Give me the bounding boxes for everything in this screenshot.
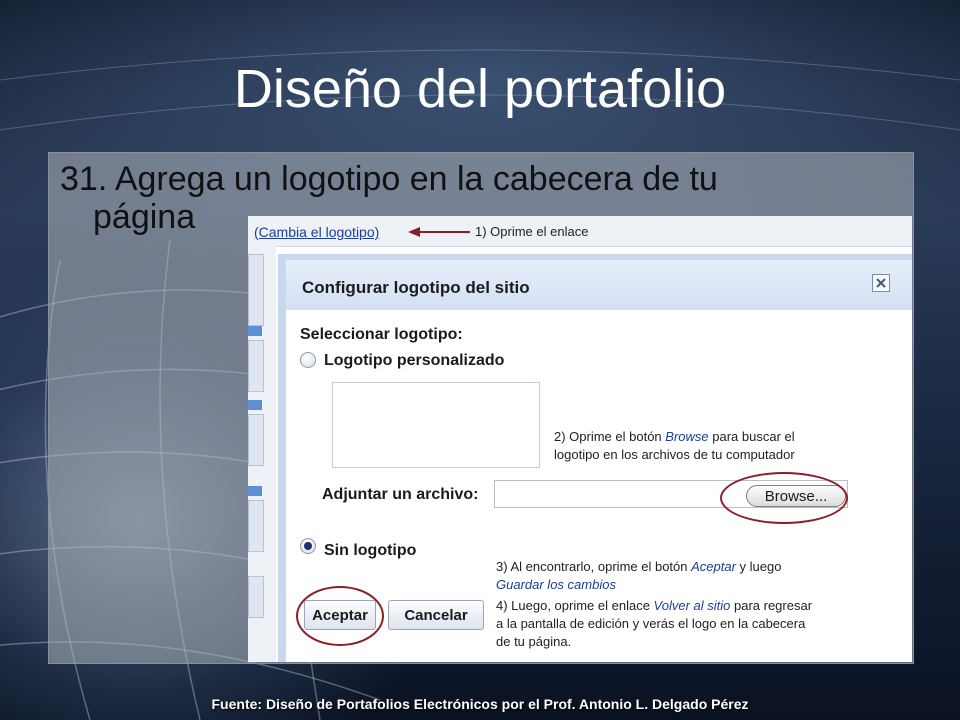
cancel-button[interactable]: Cancelar	[388, 600, 484, 630]
no-logo-label: Sin logotipo	[324, 542, 417, 559]
fragment-block	[248, 254, 264, 326]
dialog-header: Configurar logotipo del sitio	[286, 260, 912, 310]
dialog-title: Configurar logotipo del sitio	[302, 278, 530, 297]
step-3-emphasis: Aceptar	[691, 559, 736, 574]
step-3-hint: 3) Al encontrarlo, oprime el botón Acept…	[496, 558, 781, 594]
fragment-block	[248, 500, 264, 552]
step-2-line-2: logotipo en los archivos de tu computado…	[554, 447, 795, 462]
fragment-block	[248, 576, 264, 618]
fragment-bar	[248, 486, 262, 496]
fragment-bar	[248, 326, 262, 336]
step-4-hint: 4) Luego, oprime el enlace Volver al sit…	[496, 597, 812, 651]
step-4-text: 4) Luego, oprime el enlace	[496, 598, 654, 613]
browse-highlight-ring	[720, 472, 848, 524]
radio-no-logo[interactable]	[300, 538, 316, 554]
select-logo-label: Seleccionar logotipo:	[300, 326, 463, 343]
accept-highlight-ring	[296, 586, 384, 646]
step-3-text: 3) Al encontrarlo, oprime el botón	[496, 559, 692, 574]
close-button[interactable]	[872, 274, 890, 292]
step-2-hint: 2) Oprime el botón Browse para buscar el…	[554, 428, 795, 464]
close-icon	[876, 278, 886, 288]
step-2-text: 2) Oprime el botón	[554, 429, 666, 444]
step-4-line-2: a la pantalla de edición y verás el logo…	[496, 616, 806, 631]
arrow-left-icon	[408, 227, 470, 237]
step-1-hint: 1) Oprime el enlace	[475, 224, 589, 239]
step-2-text: para buscar el	[708, 429, 795, 444]
source-footer: Fuente: Diseño de Portafolios Electrónic…	[211, 696, 749, 712]
fragment-bar	[248, 400, 262, 410]
attach-file-label: Adjuntar un archivo:	[322, 486, 479, 503]
step-3-emphasis: Guardar los cambios	[496, 577, 616, 592]
background-page-fragment: ada	[248, 246, 276, 662]
fragment-block	[248, 414, 264, 466]
fragment-block	[248, 340, 264, 392]
step-3-text: y luego	[735, 559, 782, 574]
bullet-line-1: 31. Agrega un logotipo en la cabecera de…	[60, 160, 718, 198]
site-header-strip: (Cambia el logotipo) 1) Oprime el enlace	[248, 216, 912, 247]
radio-custom-logo[interactable]	[300, 352, 316, 368]
step-4-text: para regresar	[730, 598, 813, 613]
logo-preview-box	[332, 382, 540, 468]
step-4-emphasis: Volver al sitio	[653, 598, 731, 613]
custom-logo-label: Logotipo personalizado	[324, 352, 505, 369]
step-4-line-3: de tu página.	[496, 634, 572, 649]
slide-title: Diseño del portafolio	[233, 59, 727, 119]
step-2-emphasis: Browse	[665, 429, 709, 444]
screenshot-panel: (Cambia el logotipo) 1) Oprime el enlace…	[248, 216, 912, 662]
change-logo-link[interactable]: (Cambia el logotipo)	[254, 224, 379, 240]
